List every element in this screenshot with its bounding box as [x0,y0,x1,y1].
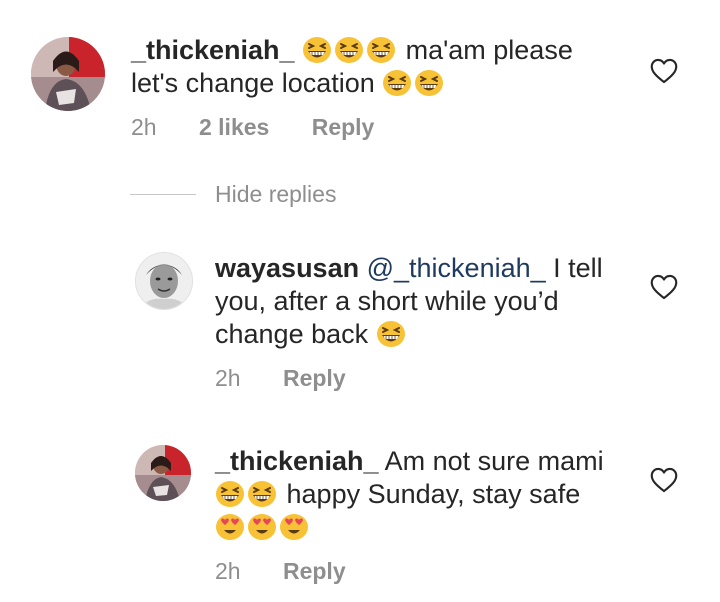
likes-count[interactable]: 2 likes [199,114,269,140]
comment-text-line: ma'am please [405,35,573,65]
grinning-squinting-face-icon [414,67,444,97]
heart-eyes-face-icon [247,511,277,541]
username[interactable]: wayasusan [215,253,359,283]
comment-text-line: change back [215,319,369,349]
comment-text: _thickeniah_ Am not sure mami happy Sund… [215,445,604,544]
comment-text-line: let's change location [131,68,375,98]
grinning-squinting-face-icon [382,67,412,97]
avatar[interactable] [135,252,193,310]
grinning-squinting-face-icon [334,34,364,64]
grinning-squinting-face-icon [302,34,332,64]
grinning-squinting-face-icon [366,34,396,64]
reply-button[interactable]: Reply [283,558,346,584]
grinning-squinting-face-icon [247,478,277,508]
like-heart-icon[interactable] [650,274,678,300]
heart-eyes-face-icon [279,511,309,541]
timestamp: 2h [215,558,241,584]
comment-meta: 2h 2 likes Reply [131,114,410,141]
comment-text-line: Am not sure mami [384,446,604,476]
timestamp: 2h [215,365,241,391]
timestamp: 2h [131,114,157,140]
reply-button[interactable]: Reply [283,365,346,391]
comment-meta: 2h Reply [215,365,382,392]
grinning-squinting-face-icon [215,478,245,508]
reply-button[interactable]: Reply [312,114,375,140]
hide-replies-button[interactable]: Hide replies [215,181,336,208]
comment-text-line: you, after a short while you’d [215,286,559,316]
like-heart-icon[interactable] [650,58,678,84]
like-heart-icon[interactable] [650,467,678,493]
comment-meta: 2h Reply [215,558,382,585]
username[interactable]: _thickeniah_ [215,446,379,476]
grinning-squinting-face-icon [376,318,406,348]
comment-text: _thickeniah_ ma'am please let's change l… [131,34,573,100]
comment-text-line: I tell [553,253,603,283]
avatar[interactable] [31,37,105,111]
comment-text-line: happy Sunday, stay safe [286,479,581,509]
mention-link[interactable]: @_thickeniah_ [367,253,546,283]
avatar[interactable] [135,445,191,501]
heart-eyes-face-icon [215,511,245,541]
replies-divider-line [130,194,196,195]
comment-text: wayasusan @_thickeniah_ I tell you, afte… [215,252,603,351]
username[interactable]: _thickeniah_ [131,35,295,65]
